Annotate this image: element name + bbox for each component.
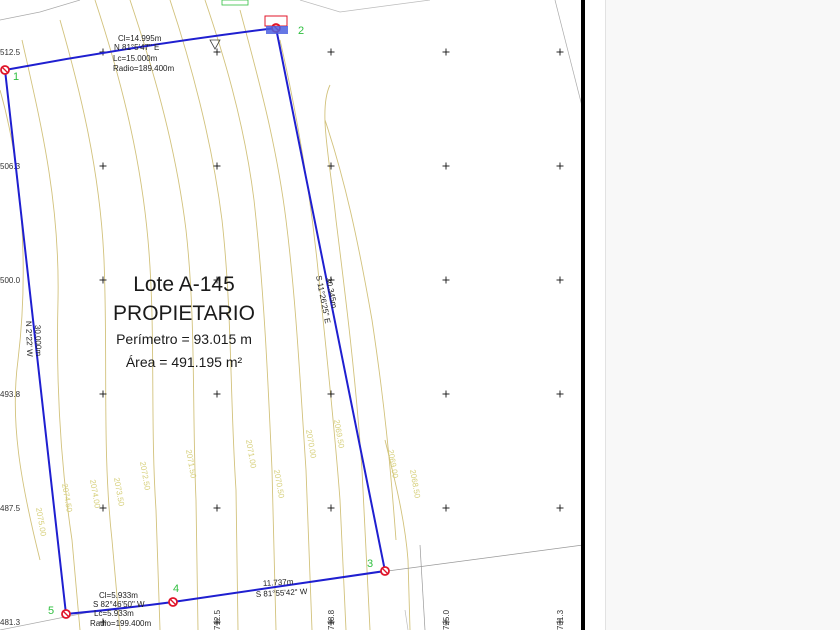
bottom-arc-radius: Radio=199.400m — [90, 619, 151, 628]
vertex-marker[interactable]: 5 — [48, 605, 71, 619]
grid-cross-icon — [556, 276, 564, 284]
grid-cross-icon — [213, 162, 221, 170]
x-coordinate-label: 725.0 — [442, 609, 451, 630]
vertex-number: 4 — [173, 583, 179, 595]
grid-cross-icon — [556, 48, 564, 56]
top-arc-chord: Cl=14.995m — [118, 34, 162, 43]
vertex-marker[interactable]: 4 — [168, 583, 179, 607]
grid-cross-icon — [99, 276, 107, 284]
reference-line — [419, 544, 426, 630]
contour-elevation-label: 2071.50 — [184, 449, 198, 480]
lot-owner: PROPIETARIO — [113, 302, 255, 325]
y-coordinate-label: 487.5 — [0, 504, 21, 513]
grid-cross-icon — [327, 390, 335, 398]
grid-cross-icon — [213, 504, 221, 512]
lot-name: Lote A-145 — [133, 273, 235, 296]
reference-line — [404, 609, 409, 630]
vertex-number: 2 — [298, 25, 304, 37]
reference-line — [554, 0, 583, 111]
grid-cross-icon — [442, 390, 450, 398]
contour-elevation-label: 2075.00 — [34, 507, 48, 538]
grid-cross-icon — [556, 390, 564, 398]
reference-line — [0, 0, 81, 21]
reference-line — [299, 0, 431, 13]
grid-cross-icon — [442, 276, 450, 284]
green-symbol-icon — [221, 0, 249, 6]
top-arc-dimension: Cl=14.995m N 81°5'47" E Lc=15.000m Radio… — [113, 34, 174, 73]
bottom-arc-chord: Cl=5.933m — [99, 591, 138, 600]
y-coordinate-label: 481.3 — [0, 618, 21, 627]
top-arc-radius: Radio=189.400m — [113, 64, 174, 73]
map-drawing-area[interactable]: 512.5 506.3 500.0 493.8 487.5 481.3 712.5 718.8… — [0, 0, 583, 630]
contour-elevation-label: 2072.50 — [138, 461, 152, 492]
contour-line — [59, 19, 121, 630]
contour-elevation-label: 2070.00 — [304, 429, 318, 460]
bottom-arc-bearing: S 82°46'50" W — [93, 600, 145, 609]
west-side-dimension: 30.000m N 2°22' W — [24, 321, 43, 358]
vertex-number: 5 — [48, 605, 54, 617]
top-arc-length: Lc=15.000m — [113, 54, 158, 63]
grid-cross-icon — [556, 504, 564, 512]
contour-elevation-label: 2071.00 — [244, 439, 258, 470]
site-plan-map: 512.5 506.3 500.0 493.8 487.5 481.3 712.5 718.8… — [0, 0, 583, 630]
grid-cross-icon — [99, 162, 107, 170]
south-side-length: 11.737m — [263, 577, 294, 588]
x-coordinate-label: 731.3 — [556, 609, 565, 630]
coordinate-labels: 512.5 506.3 500.0 493.8 487.5 481.3 712.5 718.8… — [0, 48, 565, 630]
lot-area: Área = 491.195 m² — [126, 354, 243, 370]
grid-cross-icon — [213, 390, 221, 398]
west-side-bearing: N 2°22' W — [24, 321, 34, 358]
south-side-bearing: S 81°55'42" W — [256, 587, 308, 599]
grid-cross-icon — [442, 162, 450, 170]
top-arc-bearing: N 81°5'47" E — [114, 43, 159, 52]
y-coordinate-label: 506.3 — [0, 162, 21, 171]
contour-elevation-label: 2073.50 — [112, 477, 126, 508]
y-coordinate-label: 500.0 — [0, 276, 21, 285]
lot-perimeter: Perímetro = 93.015 m — [116, 331, 252, 347]
contour-elevation-label: 2068.50 — [408, 469, 422, 500]
grid-cross-icon — [442, 48, 450, 56]
contour-line — [279, 39, 347, 630]
contour-elevation-label: 2070.50 — [272, 469, 286, 500]
lot-label: Lote A-145 PROPIETARIO Perímetro = 93.01… — [113, 273, 255, 370]
viewport-gap — [585, 0, 605, 630]
grid-cross-icon — [442, 504, 450, 512]
x-coordinate-label: 718.8 — [327, 609, 336, 630]
grid-cross-icon — [556, 162, 564, 170]
contour-elevation-label: 2074.50 — [60, 483, 74, 514]
y-coordinate-label: 493.8 — [0, 390, 21, 399]
bottom-arc-length: Lc=5.933m — [94, 609, 134, 618]
grid-cross-icon — [213, 48, 221, 56]
grid-cross-icon — [327, 504, 335, 512]
vertex-number: 1 — [13, 71, 19, 83]
side-panel — [605, 0, 840, 630]
x-coordinate-label: 712.5 — [213, 609, 222, 630]
bottom-arc-dimension: Cl=5.933m S 82°46'50" W Lc=5.933m Radio=… — [90, 591, 151, 628]
grid-cross-icon — [327, 48, 335, 56]
marker-fill-icon — [266, 26, 288, 34]
east-side-dimension: 30.345m S 11°26'25" E — [314, 275, 339, 325]
vertex-number: 3 — [367, 558, 373, 570]
grid-cross-icon — [327, 162, 335, 170]
reference-line — [379, 544, 583, 573]
contour-elevation-labels: 2075.00 2074.50 2074.00 2073.50 2072.50 2071.… — [34, 419, 422, 538]
y-coordinate-label: 512.5 — [0, 48, 21, 57]
contour-elevation-label: 2074.00 — [88, 479, 102, 510]
contour-line — [324, 84, 371, 630]
contour-elevation-label: 2069.00 — [386, 449, 400, 480]
